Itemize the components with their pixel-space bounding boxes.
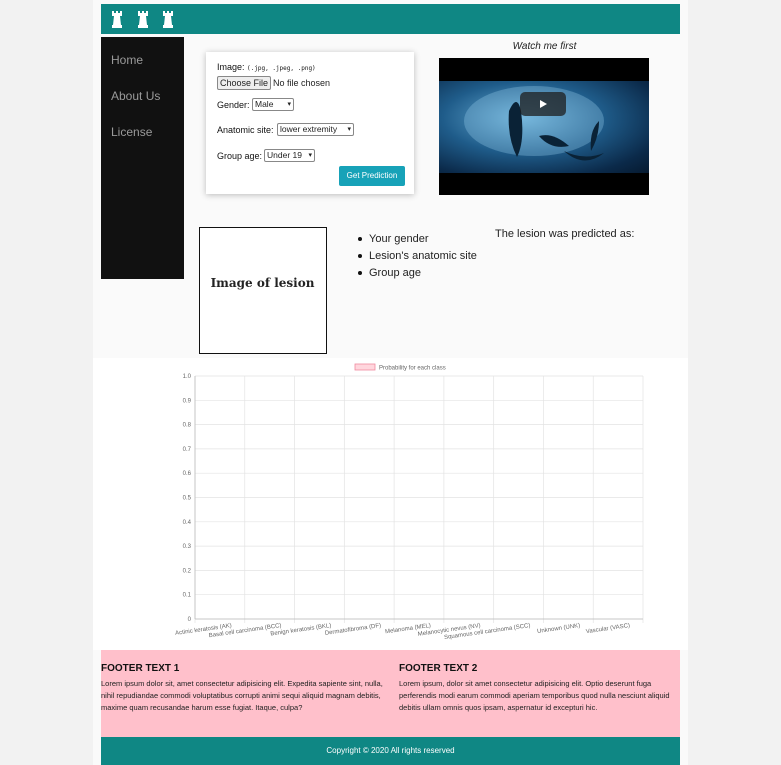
gender-value: Male bbox=[255, 99, 274, 109]
x-tick-label: Dermatofibroma (DF) bbox=[325, 623, 382, 637]
y-tick-label: 0.8 bbox=[183, 423, 192, 429]
video-player[interactable] bbox=[439, 58, 649, 195]
footer-text-1: Lorem ipsum dolor sit, amet consectetur … bbox=[101, 679, 383, 712]
lesion-image-preview: Image of lesion bbox=[199, 227, 327, 354]
probability-chart: Probability for each class 0 0.1 0.2 0.3 0.4 0… bbox=[93, 358, 688, 650]
top-navbar bbox=[101, 4, 680, 34]
prediction-result-text: The lesion was predicted as: bbox=[495, 228, 635, 240]
legend-swatch bbox=[354, 363, 376, 371]
x-tick-label: Unknown (UNK) bbox=[537, 623, 581, 635]
rook-icon bbox=[112, 11, 122, 28]
play-button[interactable] bbox=[520, 92, 566, 116]
info-list: Your gender Lesion's anatomic site Group… bbox=[358, 231, 477, 282]
x-tick-label: Vascular (VASC) bbox=[586, 623, 631, 635]
rook-icon bbox=[163, 11, 173, 28]
footer-title-2: FOOTER TEXT 2 bbox=[399, 663, 478, 674]
legend-label: Probability for each class bbox=[379, 366, 446, 372]
list-item: Your gender bbox=[358, 231, 477, 248]
anatomic-site-label: Anatomic site: bbox=[217, 125, 274, 135]
copyright-text: Copyright © 2020 All rights reserved bbox=[326, 746, 455, 755]
footer-title-1: FOOTER TEXT 1 bbox=[101, 663, 180, 674]
file-status: No file chosen bbox=[273, 78, 331, 88]
sidebar-nav: Home About Us License bbox=[101, 37, 184, 279]
anatomic-site-value: lower extremity bbox=[280, 124, 338, 134]
lesion-image-placeholder: Image of lesion bbox=[210, 276, 315, 290]
image-hint: (.jpg, .jpeg, .png) bbox=[247, 65, 316, 72]
probability-chart-svg: Probability for each class 0 0.1 0.2 0.3 0.4 0… bbox=[175, 363, 644, 641]
y-tick-label: 0.1 bbox=[183, 593, 192, 599]
group-age-select[interactable]: Under 19 ▾ bbox=[264, 149, 315, 162]
group-age-value: Under 19 bbox=[267, 150, 302, 160]
video-title: Watch me first bbox=[512, 41, 577, 52]
y-tick-label: 0.5 bbox=[183, 496, 192, 502]
prediction-form: Image: (.jpg, .jpeg, .png) Choose File N… bbox=[206, 52, 414, 194]
group-age-label: Group age: bbox=[217, 151, 263, 161]
list-item: Lesion's anatomic site bbox=[358, 248, 477, 265]
anatomic-site-select[interactable]: lower extremity ▾ bbox=[277, 123, 354, 136]
y-tick-label: 0.4 bbox=[183, 520, 192, 526]
image-label: Image: bbox=[217, 62, 245, 72]
footer-text-2: Lorem ipsum, dolor sit amet consectetur … bbox=[399, 679, 670, 712]
gender-select[interactable]: Male ▾ bbox=[252, 98, 294, 111]
sidebar-item-home[interactable]: Home bbox=[111, 53, 143, 67]
y-tick-label: 0.7 bbox=[183, 447, 192, 453]
gender-label: Gender: bbox=[217, 100, 250, 110]
y-tick-label: 0 bbox=[188, 617, 192, 623]
copyright-bar: Copyright © 2020 All rights reserved bbox=[101, 737, 680, 765]
footer-content: FOOTER TEXT 1 Lorem ipsum dolor sit, ame… bbox=[101, 650, 680, 737]
y-tick-label: 0.3 bbox=[183, 544, 192, 550]
list-item: Group age bbox=[358, 265, 477, 282]
y-tick-label: 1.0 bbox=[183, 374, 192, 380]
sidebar-item-about-us[interactable]: About Us bbox=[111, 89, 160, 103]
image-label-row: Image: (.jpg, .jpeg, .png) bbox=[217, 62, 316, 72]
get-prediction-button[interactable]: Get Prediction bbox=[339, 166, 405, 186]
sidebar-item-license[interactable]: License bbox=[111, 125, 152, 139]
chevron-down-icon: ▾ bbox=[287, 101, 291, 108]
chevron-down-icon: ▾ bbox=[308, 152, 312, 159]
rook-icon bbox=[138, 11, 148, 28]
play-icon bbox=[540, 100, 547, 108]
y-tick-label: 0.9 bbox=[183, 398, 192, 404]
chevron-down-icon: ▾ bbox=[347, 126, 351, 133]
y-tick-label: 0.6 bbox=[183, 471, 192, 477]
y-tick-label: 0.2 bbox=[183, 568, 192, 574]
choose-file-button[interactable]: Choose File bbox=[217, 76, 271, 90]
